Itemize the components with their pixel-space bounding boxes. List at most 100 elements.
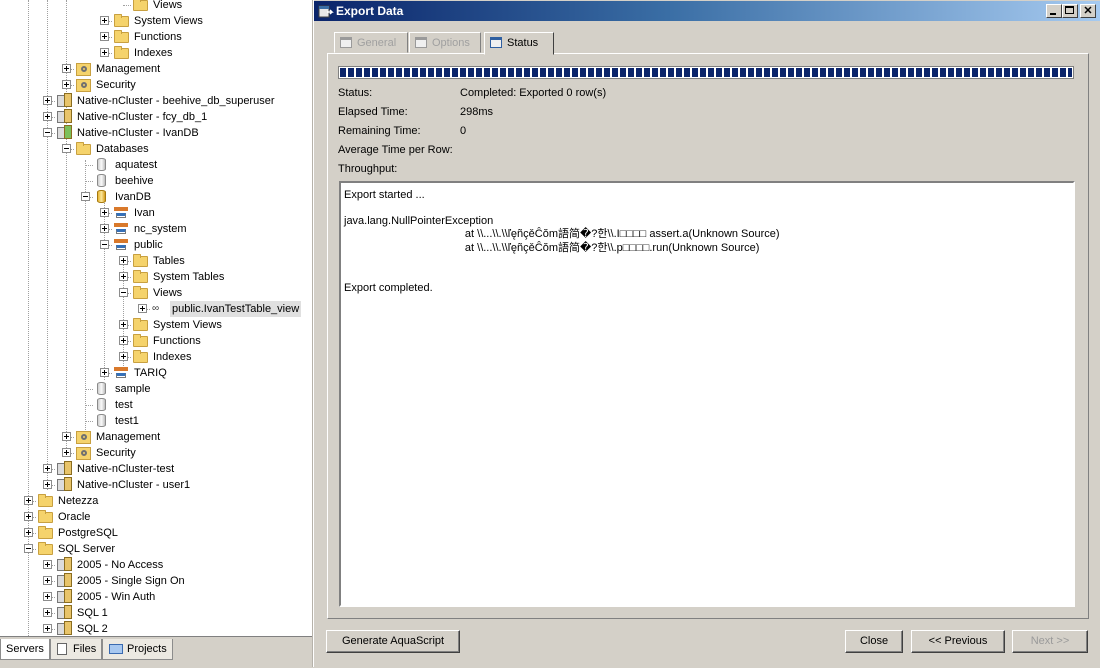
tree-item[interactable]: nc_system	[0, 221, 312, 237]
expand-icon[interactable]	[43, 112, 52, 121]
tree-item-label: public	[134, 239, 163, 251]
tree-item[interactable]: aquatest	[0, 157, 312, 173]
expand-icon[interactable]	[62, 80, 71, 89]
folder-icon	[133, 0, 148, 11]
export-data-dialog: Export Data ✕ General Options Status Sta…	[313, 0, 1100, 667]
tree-item-label: 2005 - Win Auth	[77, 591, 156, 603]
tree-item[interactable]: beehive	[0, 173, 312, 189]
expand-icon[interactable]	[24, 512, 33, 521]
tree-item[interactable]: System Views	[0, 317, 312, 333]
expand-icon[interactable]	[43, 576, 52, 585]
tree-item[interactable]: 2005 - No Access	[0, 557, 312, 573]
tree-item[interactable]: ∞ public.IvanTestTable_view	[0, 301, 312, 317]
tree-item[interactable]: public	[0, 237, 312, 253]
management-icon	[76, 63, 91, 76]
maximize-button[interactable]	[1062, 4, 1078, 18]
tree-item-label: System Tables	[153, 271, 225, 283]
generate-aquascript-button[interactable]: Generate AquaScript	[326, 630, 460, 653]
tree-item[interactable]: 2005 - Win Auth	[0, 589, 312, 605]
tree-item-label: SQL 2	[77, 623, 108, 635]
tree-item[interactable]: IvanDB	[0, 189, 312, 205]
expand-icon[interactable]	[43, 624, 52, 633]
dialog-title-bar[interactable]: Export Data ✕	[314, 1, 1100, 21]
tree-item[interactable]: SQL Server	[0, 541, 312, 557]
tree-item[interactable]: System Tables	[0, 269, 312, 285]
close-window-button[interactable]: ✕	[1080, 4, 1096, 18]
close-button[interactable]: Close	[845, 630, 903, 653]
expand-icon[interactable]	[100, 16, 109, 25]
export-log-textarea[interactable]: Export started ... java.lang.NullPointer…	[339, 181, 1075, 607]
expand-icon[interactable]	[100, 368, 109, 377]
object-browser-tree[interactable]: Views System Views Functions Indexes Managem…	[0, 0, 312, 636]
tab-options[interactable]: Options	[409, 32, 481, 53]
expand-icon[interactable]	[43, 96, 52, 105]
collapse-icon[interactable]	[62, 144, 71, 153]
tree-item[interactable]: Ivan	[0, 205, 312, 221]
expand-icon[interactable]	[138, 304, 147, 313]
tab-files[interactable]: Files	[50, 639, 103, 660]
collapse-icon[interactable]	[100, 240, 109, 249]
tree-item[interactable]: Native-nCluster - user1	[0, 477, 312, 493]
folder-icon	[38, 542, 53, 555]
tab-projects[interactable]: Projects	[102, 639, 173, 660]
tree-item[interactable]: Views	[0, 285, 312, 301]
expand-icon[interactable]	[43, 560, 52, 569]
next-button[interactable]: Next >>	[1012, 630, 1088, 653]
tree-item[interactable]: Management	[0, 429, 312, 445]
expand-icon[interactable]	[43, 592, 52, 601]
tree-item[interactable]: Databases	[0, 141, 312, 157]
expand-icon[interactable]	[43, 608, 52, 617]
expand-icon[interactable]	[119, 320, 128, 329]
tree-item[interactable]: Native-nCluster - beehive_db_superuser	[0, 93, 312, 109]
expand-icon[interactable]	[119, 352, 128, 361]
tree-item[interactable]: Indexes	[0, 45, 312, 61]
tree-item[interactable]: test	[0, 397, 312, 413]
tree-item[interactable]: Functions	[0, 29, 312, 45]
tree-item[interactable]: Management	[0, 61, 312, 77]
tree-item[interactable]: Security	[0, 445, 312, 461]
tree-item[interactable]: Native-nCluster - IvanDB	[0, 125, 312, 141]
expand-icon[interactable]	[62, 432, 71, 441]
tree-item[interactable]: Native-nCluster - fcy_db_1	[0, 109, 312, 125]
expand-icon[interactable]	[24, 528, 33, 537]
tree-item[interactable]: Indexes	[0, 349, 312, 365]
expand-icon[interactable]	[119, 272, 128, 281]
tree-item[interactable]: System Views	[0, 13, 312, 29]
status-tab-icon	[490, 37, 502, 48]
expand-icon[interactable]	[62, 64, 71, 73]
tree-item[interactable]: Native-nCluster-test	[0, 461, 312, 477]
tree-item[interactable]: 2005 - Single Sign On	[0, 573, 312, 589]
expand-icon[interactable]	[24, 496, 33, 505]
tree-item[interactable]: TARIQ	[0, 365, 312, 381]
expand-icon[interactable]	[43, 480, 52, 489]
collapse-icon[interactable]	[119, 288, 128, 297]
tab-general[interactable]: General	[334, 32, 408, 53]
tab-servers[interactable]: Servers	[0, 639, 50, 660]
remaining-time-value: 0	[460, 125, 467, 137]
expand-icon[interactable]	[100, 208, 109, 217]
tree-item[interactable]: Functions	[0, 333, 312, 349]
tree-item[interactable]: sample	[0, 381, 312, 397]
tab-status[interactable]: Status	[484, 32, 554, 55]
tree-item[interactable]: Oracle	[0, 509, 312, 525]
expand-icon[interactable]	[100, 48, 109, 57]
minimize-button[interactable]	[1046, 4, 1062, 18]
collapse-icon[interactable]	[43, 128, 52, 137]
expand-icon[interactable]	[100, 224, 109, 233]
expand-icon[interactable]	[43, 464, 52, 473]
tree-item[interactable]: test1	[0, 413, 312, 429]
tree-item[interactable]: SQL 2	[0, 621, 312, 636]
tree-item[interactable]: Security	[0, 77, 312, 93]
expand-icon[interactable]	[119, 256, 128, 265]
previous-button[interactable]: << Previous	[911, 630, 1005, 653]
tree-item[interactable]: Tables	[0, 253, 312, 269]
expand-icon[interactable]	[62, 448, 71, 457]
expand-icon[interactable]	[119, 336, 128, 345]
tree-item[interactable]: SQL 1	[0, 605, 312, 621]
collapse-icon[interactable]	[81, 192, 90, 201]
collapse-icon[interactable]	[24, 544, 33, 553]
tree-item[interactable]: Netezza	[0, 493, 312, 509]
expand-icon[interactable]	[100, 32, 109, 41]
tree-item[interactable]: PostgreSQL	[0, 525, 312, 541]
tree-item[interactable]: Views	[0, 0, 312, 13]
